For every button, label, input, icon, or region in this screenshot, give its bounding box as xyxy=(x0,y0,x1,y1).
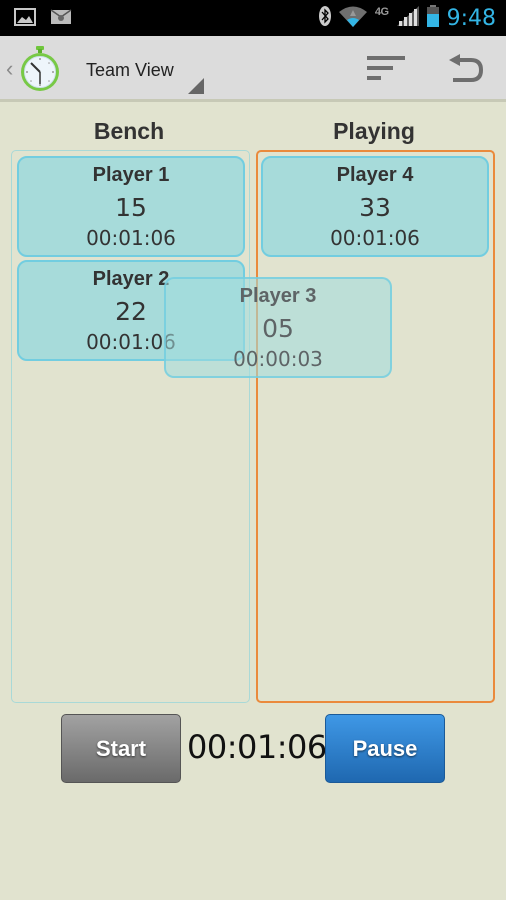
undo-icon[interactable] xyxy=(449,54,484,89)
action-bar: ‹ Team View xyxy=(0,36,506,102)
player-number: 33 xyxy=(359,193,391,222)
spinner-dropdown-indicator-icon[interactable] xyxy=(188,78,204,94)
status-time: 9:48 xyxy=(446,5,496,31)
pause-button[interactable]: Pause xyxy=(325,714,445,783)
dragging-player-card[interactable]: Player 3 05 00:00:03 xyxy=(164,277,392,378)
player-time: 00:01:06 xyxy=(330,226,420,250)
status-bar: 4G 9:48 xyxy=(0,0,506,36)
playing-column-title: Playing xyxy=(333,118,415,144)
view-spinner-title[interactable]: Team View xyxy=(86,60,174,81)
player-time: 00:00:03 xyxy=(233,347,323,371)
bluetooth-icon xyxy=(318,5,331,31)
player-name: Player 1 xyxy=(92,164,170,186)
player-card[interactable]: Player 1 15 00:01:06 xyxy=(17,156,245,257)
sort-icon[interactable] xyxy=(367,56,405,87)
player-time: 00:01:06 xyxy=(86,226,176,250)
player-number: 05 xyxy=(262,314,294,343)
gallery-icon xyxy=(14,8,36,31)
mail-notification-icon xyxy=(50,9,72,30)
signal-icon xyxy=(396,5,419,31)
player-name: Player 3 xyxy=(239,285,317,307)
battery-icon xyxy=(426,4,439,32)
player-card[interactable]: Player 4 33 00:01:06 xyxy=(261,156,489,257)
bench-column-title: Bench xyxy=(93,118,165,144)
back-caret-icon[interactable]: ‹ xyxy=(6,56,13,82)
wifi-icon xyxy=(338,5,367,32)
game-clock: 00:01:06 xyxy=(187,728,327,766)
player-number: 15 xyxy=(115,193,147,222)
4g-lte-icon: 4G xyxy=(374,6,389,18)
start-button[interactable]: Start xyxy=(61,714,181,783)
player-name: Player 4 xyxy=(336,164,414,186)
stopwatch-icon[interactable] xyxy=(18,44,62,99)
